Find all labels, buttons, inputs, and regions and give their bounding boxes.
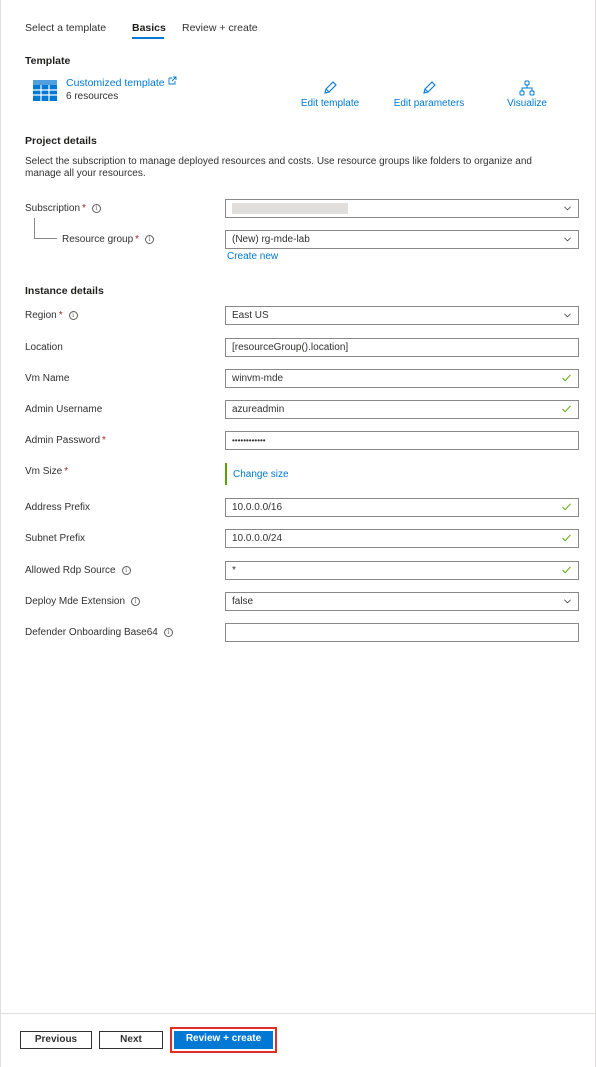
- active-tab-indicator: [132, 37, 164, 39]
- project-details-description: Select the subscription to manage deploy…: [25, 156, 532, 179]
- deploy-mde-value: false: [232, 596, 254, 607]
- location-input[interactable]: [resourceGroup().location]: [225, 338, 579, 357]
- pencil-icon: [297, 80, 363, 96]
- pencil-icon: [391, 80, 467, 96]
- resource-group-dropdown[interactable]: (New) rg-mde-lab: [225, 230, 579, 249]
- footer-divider: [1, 1013, 596, 1014]
- tab-review-create[interactable]: Review + create: [182, 22, 258, 34]
- review-create-label: Review + create: [174, 1031, 273, 1049]
- defender-onboarding-input[interactable]: [225, 623, 579, 642]
- region-value: East US: [232, 310, 269, 321]
- checkmark-icon: [562, 503, 571, 511]
- chevron-down-icon: [564, 237, 571, 242]
- checkmark-icon: [562, 374, 571, 382]
- project-details-heading: Project details: [25, 135, 97, 147]
- deploy-mde-dropdown[interactable]: false: [225, 592, 579, 611]
- admin-username-value: azureadmin: [232, 404, 285, 415]
- allowed-rdp-label-text: Allowed Rdp Source: [25, 565, 116, 576]
- info-icon[interactable]: i: [121, 566, 131, 575]
- required-mark: *: [102, 435, 106, 446]
- next-button[interactable]: Next: [99, 1031, 163, 1049]
- checkmark-icon: [562, 405, 571, 413]
- region-label-text: Region: [25, 310, 57, 321]
- edit-parameters-label: Edit parameters: [393, 98, 465, 109]
- region-dropdown[interactable]: East US: [225, 306, 579, 325]
- create-new-link[interactable]: Create new: [227, 251, 278, 262]
- vm-size-label-text: Vm Size: [25, 466, 63, 477]
- customized-template-label: Customized template: [66, 77, 165, 89]
- info-icon[interactable]: i: [131, 597, 141, 606]
- address-prefix-value: 10.0.0.0/16: [232, 502, 283, 513]
- tab-select-template[interactable]: Select a template: [25, 22, 106, 34]
- location-value: [resourceGroup().location]: [232, 342, 349, 353]
- info-icon[interactable]: i: [68, 311, 78, 320]
- required-mark: *: [58, 310, 63, 321]
- info-icon[interactable]: i: [91, 204, 101, 213]
- customized-template-link[interactable]: Customized template: [66, 76, 177, 89]
- subnet-prefix-input[interactable]: 10.0.0.0/24: [225, 529, 579, 548]
- review-create-button[interactable]: Review + create: [170, 1027, 277, 1053]
- subnet-prefix-label: Subnet Prefix: [25, 533, 86, 544]
- external-link-icon: [168, 76, 177, 88]
- deploy-mde-label-text: Deploy Mde Extension: [25, 596, 126, 607]
- location-label: Location: [25, 342, 63, 353]
- allowed-rdp-input[interactable]: *: [225, 561, 579, 580]
- template-heading: Template: [25, 55, 71, 67]
- required-mark: *: [135, 234, 140, 245]
- subnet-prefix-value: 10.0.0.0/24: [232, 533, 283, 544]
- info-icon[interactable]: i: [145, 235, 155, 244]
- edit-template-label: Edit template: [300, 98, 360, 109]
- chevron-down-icon: [564, 313, 571, 318]
- admin-password-input[interactable]: ••••••••••••: [225, 431, 579, 450]
- vm-size-label: Vm Size *: [25, 466, 68, 477]
- edit-parameters-button[interactable]: Edit parameters: [391, 80, 467, 109]
- subscription-label-text: Subscription: [25, 203, 81, 214]
- resource-group-value: (New) rg-mde-lab: [232, 234, 310, 245]
- vm-name-label: Vm Name: [25, 373, 70, 384]
- visualize-button[interactable]: Visualize: [505, 80, 549, 109]
- change-size-link[interactable]: Change size: [233, 469, 289, 480]
- visualize-label: Visualize: [507, 98, 547, 109]
- defender-onboarding-label: Defender Onboarding Base64 i: [25, 627, 173, 638]
- instance-details-heading: Instance details: [25, 285, 104, 297]
- previous-button[interactable]: Previous: [20, 1031, 92, 1049]
- resource-group-label-text: Resource group: [62, 234, 134, 245]
- admin-username-label: Admin Username: [25, 404, 103, 415]
- allowed-rdp-label: Allowed Rdp Source i: [25, 565, 131, 576]
- checkmark-icon: [562, 566, 571, 574]
- vm-name-input[interactable]: winvm-mde: [225, 369, 579, 388]
- resource-group-label: Resource group * i: [62, 234, 155, 245]
- template-resource-count: 6 resources: [66, 91, 119, 102]
- address-prefix-input[interactable]: 10.0.0.0/16: [225, 498, 579, 517]
- edit-template-button[interactable]: Edit template: [297, 80, 363, 109]
- tab-basics[interactable]: Basics: [132, 22, 166, 34]
- admin-username-input[interactable]: azureadmin: [225, 400, 579, 419]
- checkmark-icon: [562, 534, 571, 542]
- defender-onboarding-label-text: Defender Onboarding Base64: [25, 627, 158, 638]
- subscription-dropdown[interactable]: [225, 199, 579, 218]
- vm-size-status-bar: [225, 463, 227, 485]
- hierarchy-icon: [505, 80, 549, 96]
- admin-password-label-text: Admin Password: [25, 435, 101, 446]
- chevron-down-icon: [564, 599, 571, 604]
- address-prefix-label: Address Prefix: [25, 502, 91, 513]
- required-mark: *: [64, 466, 69, 477]
- region-label: Region * i: [25, 310, 78, 321]
- subscription-label: Subscription * i: [25, 203, 101, 214]
- tree-connector: [34, 238, 57, 239]
- required-mark: *: [82, 203, 86, 214]
- info-icon[interactable]: i: [163, 628, 173, 637]
- allowed-rdp-value: *: [232, 565, 236, 576]
- template-grid-icon: [33, 80, 57, 101]
- subscription-redacted-value: [232, 203, 348, 214]
- deployment-panel: Select a template Basics Review + create…: [0, 0, 596, 1067]
- admin-password-label: Admin Password *: [25, 435, 106, 446]
- chevron-down-icon: [564, 206, 571, 211]
- admin-password-value: ••••••••••••: [232, 436, 266, 445]
- vm-name-value: winvm-mde: [232, 373, 284, 384]
- deploy-mde-label: Deploy Mde Extension i: [25, 596, 141, 607]
- tree-connector: [34, 218, 35, 238]
